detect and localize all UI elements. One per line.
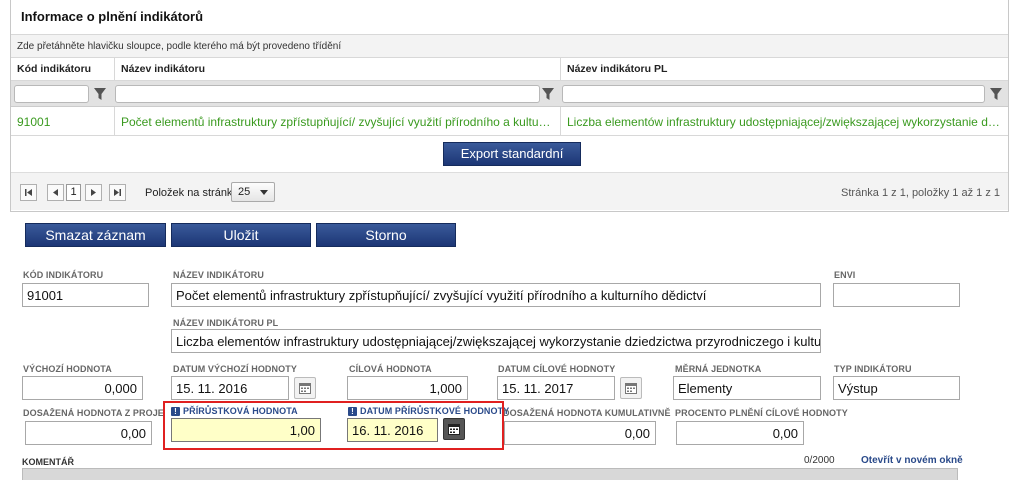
- save-button[interactable]: Uložit: [171, 223, 311, 247]
- procento-label: Procento plnění cílové hodnoty: [675, 408, 848, 418]
- dosazena-field[interactable]: 0,00: [25, 421, 152, 445]
- last-page-button[interactable]: [109, 184, 126, 201]
- column-header-kod[interactable]: Kód indikátoru: [11, 58, 115, 81]
- merna-field[interactable]: Elementy: [673, 376, 821, 400]
- comment-textarea[interactable]: [22, 468, 958, 480]
- column-header-nazev-pl[interactable]: Název indikátoru PL: [561, 58, 1008, 81]
- export-button[interactable]: Export standardní: [443, 142, 581, 166]
- comment-char-count: 0/2000: [804, 455, 835, 466]
- dosazena-label: Dosažená hodnota z projektu: [23, 408, 163, 418]
- last-page-icon: [114, 189, 121, 196]
- chevron-down-icon: [260, 190, 268, 195]
- per-page-select[interactable]: 25: [231, 182, 275, 202]
- first-page-icon: [25, 189, 32, 196]
- datum-vychozi-label: Datum výchozí hodnoty: [173, 364, 297, 374]
- calendar-button[interactable]: [620, 377, 642, 399]
- next-page-button[interactable]: [85, 184, 102, 201]
- column-header-nazev[interactable]: Název indikátoru: [115, 58, 561, 81]
- filter-input-nazev[interactable]: [115, 85, 540, 103]
- indicator-panel: Informace o plnění indikátorů Zde přetáh…: [10, 0, 1009, 212]
- vychozi-field[interactable]: 0,000: [22, 376, 143, 400]
- first-page-button[interactable]: [20, 184, 37, 201]
- cell-kod: 91001: [11, 107, 115, 136]
- panel-title: Informace o plnění indikátorů: [21, 9, 204, 24]
- per-page-label: Položek na stránku: [145, 187, 239, 199]
- table-row[interactable]: 91001 Počet elementů infrastruktury zpří…: [11, 107, 1008, 136]
- per-page-value: 25: [238, 186, 251, 198]
- open-in-new-window-link[interactable]: Otevřít v novém okně: [861, 455, 963, 466]
- datum-vychozi-field[interactable]: 15. 11. 2016: [171, 376, 289, 400]
- vychozi-label: Výchozí hodnota: [23, 364, 112, 374]
- nazev-label: Název indikátoru: [173, 270, 264, 280]
- delete-record-button[interactable]: Smazat záznam: [25, 223, 166, 247]
- datum-cilove-field[interactable]: 15. 11. 2017: [497, 376, 615, 400]
- group-by-hint[interactable]: Zde přetáhněte hlavičku sloupce, podle k…: [11, 34, 1008, 58]
- filter-icon[interactable]: [989, 87, 1003, 101]
- filter-icon[interactable]: [93, 87, 107, 101]
- filter-input-kod[interactable]: [14, 85, 89, 103]
- procento-field[interactable]: 0,00: [676, 421, 804, 445]
- prev-page-button[interactable]: [47, 184, 64, 201]
- envi-field[interactable]: [833, 283, 960, 307]
- cilova-field[interactable]: 1,000: [347, 376, 468, 400]
- calendar-icon: [299, 383, 311, 394]
- nazev-pl-field[interactable]: Liczba elementów infrastruktury udostępn…: [171, 329, 821, 353]
- cilova-label: Cílová hodnota: [349, 364, 432, 374]
- grid-filter-row: [11, 81, 1008, 107]
- pager-info: Stránka 1 z 1, položky 1 až 1 z 1: [841, 187, 1000, 199]
- cell-nazev: Počet elementů infrastruktury zpřístupňu…: [115, 107, 561, 136]
- cell-nazev-pl: Liczba elementów infrastruktury udostępn…: [567, 115, 1008, 129]
- kod-label: Kód indikátoru: [23, 270, 104, 280]
- grid-header-row: Kód indikátoru Název indikátoru Název in…: [11, 58, 1008, 81]
- pager: 1 Položek na stránku 25 Stránka 1 z 1, p…: [11, 172, 1008, 210]
- nazev-pl-label: Název indikátoru PL: [173, 318, 279, 328]
- prev-page-icon: [53, 189, 58, 196]
- highlight-frame: [163, 401, 504, 450]
- kumulativni-label: Dosažená hodnota kumulativně: [503, 408, 671, 418]
- filter-input-nazev-pl[interactable]: [562, 85, 985, 103]
- datum-cilove-label: Datum cílové hodnoty: [498, 364, 616, 374]
- cancel-button[interactable]: Storno: [316, 223, 456, 247]
- comment-label: KOMENTÁŘ: [22, 457, 74, 467]
- next-page-icon: [91, 189, 96, 196]
- kod-field[interactable]: 91001: [22, 283, 149, 307]
- nazev-field[interactable]: Počet elementů infrastruktury zpřístupňu…: [171, 283, 821, 307]
- kumulativni-field[interactable]: 0,00: [504, 421, 656, 445]
- current-page-box[interactable]: 1: [66, 184, 81, 201]
- calendar-icon: [625, 383, 637, 394]
- merna-label: Měrná jednotka: [675, 364, 762, 374]
- typ-field[interactable]: Výstup: [833, 376, 960, 400]
- calendar-button[interactable]: [294, 377, 316, 399]
- filter-icon[interactable]: [541, 87, 555, 101]
- typ-label: Typ indikátoru: [834, 364, 912, 374]
- envi-label: ENVI: [834, 270, 856, 280]
